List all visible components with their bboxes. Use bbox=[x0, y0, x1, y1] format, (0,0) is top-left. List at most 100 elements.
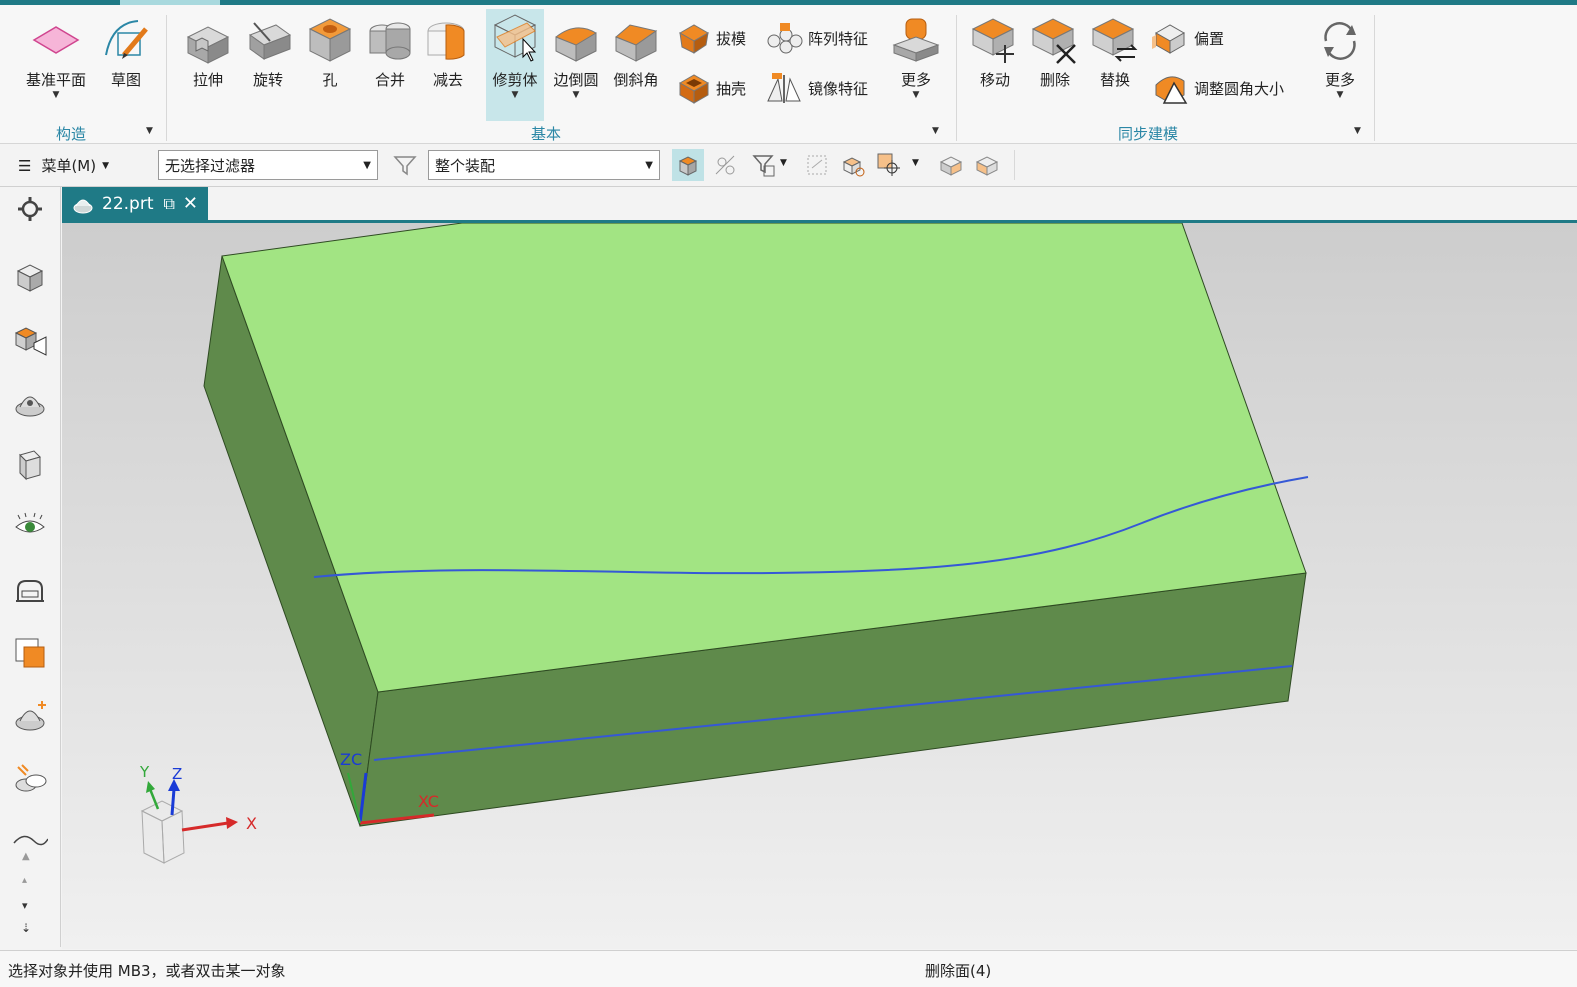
draft-button[interactable]: 拔模 bbox=[676, 21, 746, 55]
extrude-button[interactable]: 拉伸 bbox=[180, 15, 236, 90]
ribbon: 基准平面 ▼ 草图 构造 ▼ 拉伸 旋转 孔 合并 减去 修剪体 ▼ 边倒圆 ▼… bbox=[0, 5, 1577, 144]
more-sync-button[interactable]: 更多 ▼ bbox=[1312, 15, 1368, 100]
z-axis-label: Z bbox=[172, 765, 182, 783]
eye-icon[interactable] bbox=[12, 509, 48, 545]
subtract-button[interactable]: 减去 bbox=[420, 15, 476, 90]
show-wireframe-icon[interactable] bbox=[974, 152, 1000, 178]
assembly-scope-select[interactable]: 整个装配 ▼ bbox=[428, 150, 660, 180]
more-features-icon bbox=[892, 18, 940, 62]
more-basic-button[interactable]: 更多 ▼ bbox=[888, 15, 944, 100]
replace-face-icon bbox=[1091, 18, 1138, 62]
subtract-icon bbox=[427, 22, 465, 60]
extrude-icon bbox=[186, 26, 230, 64]
scroll-down-icon[interactable]: ▾ bbox=[22, 899, 28, 912]
chevron-down-icon[interactable]: ▼ bbox=[1337, 90, 1344, 100]
model-view[interactable]: ZC XC Y Z X bbox=[62, 223, 1577, 949]
scroll-up-icon[interactable]: ▲ bbox=[22, 851, 30, 862]
selection-filter-select[interactable]: 无选择过滤器 ▼ bbox=[158, 150, 378, 180]
move-face-button[interactable]: 移动 bbox=[966, 15, 1024, 90]
chevron-down-icon[interactable]: ▼ bbox=[913, 90, 920, 100]
resize-blend-icon bbox=[1155, 76, 1188, 104]
selection-toolbar: ☰ 菜单(M) ▼ 无选择过滤器 ▼ 整个装配 ▼ ▼ ▼ bbox=[0, 144, 1577, 187]
chevron-down-icon[interactable]: ▼ bbox=[512, 90, 519, 100]
select-body-icon[interactable] bbox=[672, 149, 704, 181]
constraint-navigator-icon[interactable] bbox=[12, 385, 48, 421]
chamfer-button[interactable]: 倒斜角 bbox=[608, 15, 664, 90]
status-bar: 选择对象并使用 MB3，或者双击某一对象 删除面(4) bbox=[0, 950, 1577, 987]
close-icon[interactable]: ✕ bbox=[183, 193, 198, 214]
layer-icon[interactable] bbox=[12, 635, 48, 671]
datum-plane-icon bbox=[32, 26, 80, 54]
unite-button[interactable]: 合并 bbox=[362, 15, 418, 90]
document-tabbar: 22.prt ⧉ ✕ bbox=[62, 187, 1577, 223]
group-label-sync: 同步建模 bbox=[1118, 125, 1179, 143]
expand-bar-icon[interactable]: ⇣ bbox=[21, 921, 31, 935]
mirror-feature-icon bbox=[767, 73, 801, 103]
scroll-up-small-icon[interactable]: ▴ bbox=[22, 875, 27, 886]
resize-blend-button[interactable]: 调整圆角大小 bbox=[1152, 71, 1284, 105]
roles-icon[interactable] bbox=[12, 573, 48, 609]
edge-blend-button[interactable]: 边倒圆 ▼ bbox=[548, 15, 604, 100]
zc-axis-label: ZC bbox=[340, 750, 362, 769]
motion-icon[interactable] bbox=[12, 699, 48, 735]
group-divider bbox=[1374, 15, 1375, 141]
view-triad: Y Z X bbox=[139, 763, 257, 864]
chevron-down-icon: ▼ bbox=[645, 159, 653, 171]
delete-face-icon bbox=[1031, 18, 1076, 64]
revolve-icon bbox=[248, 22, 292, 60]
hole-button[interactable]: 孔 bbox=[302, 15, 358, 90]
hamburger-icon: ☰ bbox=[18, 156, 32, 175]
snap-point-icon[interactable] bbox=[712, 152, 738, 178]
draft-icon bbox=[678, 24, 710, 54]
menu-button[interactable]: ☰ 菜单(M) ▼ bbox=[18, 155, 109, 176]
offset-face-button[interactable]: 偏置 bbox=[1152, 21, 1224, 55]
replace-face-button[interactable]: 替换 bbox=[1086, 15, 1144, 90]
unite-icon bbox=[369, 22, 411, 60]
xc-axis-label: XC bbox=[418, 792, 439, 811]
chevron-down-icon: ▼ bbox=[102, 160, 110, 171]
pattern-feature-button[interactable]: 阵列特征 bbox=[764, 21, 868, 55]
tab-22-prt[interactable]: 22.prt ⧉ ✕ bbox=[62, 187, 208, 220]
group-label-construct: 构造 bbox=[56, 125, 87, 143]
group-label-basic: 基本 bbox=[531, 125, 562, 143]
sketch-button[interactable]: 草图 bbox=[98, 15, 154, 90]
group-expand-icon[interactable]: ▼ bbox=[1354, 126, 1361, 136]
chevron-down-icon[interactable]: ▼ bbox=[573, 90, 580, 100]
group-divider bbox=[956, 15, 957, 141]
chamfer-icon bbox=[615, 24, 658, 62]
status-prompt: 选择对象并使用 MB3，或者双击某一对象 bbox=[8, 962, 286, 980]
curve-icon[interactable] bbox=[12, 823, 48, 859]
simulation-icon[interactable] bbox=[12, 761, 48, 797]
type-filter-icon[interactable] bbox=[752, 152, 778, 178]
part-navigator-icon[interactable] bbox=[12, 259, 48, 295]
group-expand-icon[interactable]: ▼ bbox=[932, 126, 939, 136]
pop-out-icon[interactable]: ⧉ bbox=[163, 194, 174, 214]
chevron-down-icon[interactable]: ▼ bbox=[780, 158, 787, 168]
settings-gear-icon[interactable] bbox=[12, 191, 48, 227]
delete-face-button[interactable]: 删除 bbox=[1026, 15, 1084, 90]
show-shaded-icon[interactable] bbox=[938, 152, 964, 178]
shell-button[interactable]: 抽壳 bbox=[676, 71, 746, 105]
chevron-down-icon[interactable]: ▼ bbox=[912, 158, 919, 168]
chevron-down-icon[interactable]: ▼ bbox=[53, 90, 60, 100]
assembly-navigator-icon[interactable] bbox=[12, 323, 48, 359]
point-select-icon[interactable] bbox=[876, 152, 902, 178]
hole-icon bbox=[308, 18, 352, 62]
trim-body-button[interactable]: 修剪体 ▼ bbox=[486, 9, 544, 121]
toolbar-divider bbox=[1014, 150, 1015, 180]
group-expand-icon[interactable]: ▼ bbox=[146, 126, 153, 136]
datum-plane-button[interactable]: 基准平面 ▼ bbox=[20, 15, 92, 100]
resource-bar: ▲ ▴ ▾ ⇣ bbox=[0, 187, 61, 947]
group-divider bbox=[166, 15, 167, 141]
select-all-icon[interactable] bbox=[804, 152, 830, 178]
filter-icon[interactable] bbox=[392, 152, 418, 178]
shell-icon bbox=[678, 74, 710, 104]
refresh-icon bbox=[1324, 22, 1356, 60]
feature-select-icon[interactable] bbox=[840, 152, 866, 178]
offset-face-icon bbox=[1152, 24, 1186, 54]
revolve-button[interactable]: 旋转 bbox=[240, 15, 296, 90]
chevron-down-icon: ▼ bbox=[363, 159, 371, 171]
reuse-library-icon[interactable] bbox=[12, 447, 48, 483]
mirror-feature-button[interactable]: 镜像特征 bbox=[764, 71, 868, 105]
graphics-window[interactable]: ZC XC Y Z X bbox=[62, 223, 1577, 949]
